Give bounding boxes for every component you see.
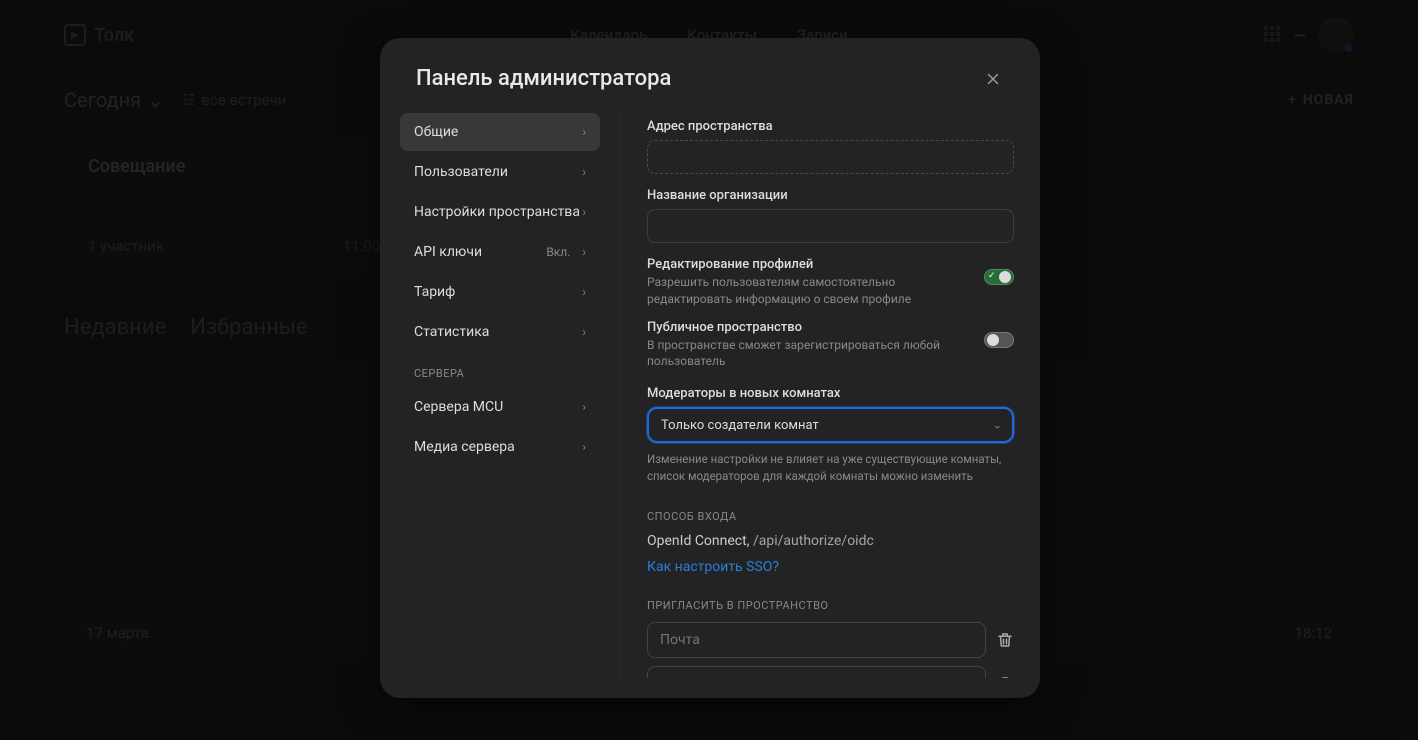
invite-domain-input[interactable] [647, 666, 986, 678]
public-space-desc: В пространстве сможет зарегистрироваться… [647, 337, 974, 371]
sidebar-item-mcu-servers[interactable]: Сервера MCU › [400, 388, 600, 426]
login-type: OpenId Connect, /api/authorize/oidc [647, 533, 1014, 549]
moderators-hint: Изменение настройки не влияет на уже сущ… [647, 451, 1014, 486]
sidebar-item-api-keys[interactable]: API ключи Вкл. › [400, 233, 600, 271]
sidebar-item-label: Медиа сервера [414, 439, 515, 455]
sidebar-item-label: Общие [414, 124, 458, 140]
modal-sidebar: Общие › Пользователи › Настройки простра… [380, 109, 620, 678]
sidebar-item-media-servers[interactable]: Медиа сервера › [400, 428, 600, 466]
public-space-title: Публичное пространство [647, 320, 974, 335]
trash-icon[interactable] [996, 675, 1014, 678]
chevron-right-icon: › [582, 205, 586, 219]
sidebar-item-tariff[interactable]: Тариф › [400, 273, 600, 311]
sso-help-link[interactable]: Как настроить SSO? [647, 559, 1014, 575]
check-icon: ✓ [988, 271, 996, 281]
public-space-toggle[interactable] [984, 332, 1014, 348]
chevron-right-icon: › [582, 245, 586, 259]
public-space-row: Публичное пространство В пространстве см… [647, 320, 1014, 371]
modal-content: Адрес пространства Название организации … [620, 109, 1040, 678]
chevron-right-icon: › [582, 285, 586, 299]
sidebar-item-space-settings[interactable]: Настройки пространства › [400, 193, 600, 231]
sidebar-item-users[interactable]: Пользователи › [400, 153, 600, 191]
profile-edit-title: Редактирование профилей [647, 257, 974, 272]
space-address-input[interactable] [647, 140, 1014, 174]
sidebar-item-label: Пользователи [414, 164, 508, 180]
sidebar-item-label: Настройки пространства [414, 204, 580, 220]
sidebar-item-label: Тариф [414, 284, 455, 300]
close-button[interactable] [982, 68, 1004, 90]
chevron-right-icon: › [582, 400, 586, 414]
trash-icon[interactable] [996, 631, 1014, 649]
sidebar-item-label: Сервера MCU [414, 399, 503, 415]
chevron-right-icon: › [582, 325, 586, 339]
invite-section: ПРИГЛАСИТЬ В ПРОСТРАНСТВО [647, 599, 1014, 612]
sidebar-item-statistics[interactable]: Статистика › [400, 313, 600, 351]
space-address-label: Адрес пространства [647, 119, 1014, 134]
sidebar-item-hint: Вкл. [546, 245, 570, 259]
login-method-section: СПОСОБ ВХОДА [647, 510, 1014, 523]
chevron-right-icon: › [582, 165, 586, 179]
close-icon [984, 70, 1002, 88]
sidebar-section-servers: СЕРВЕРА [400, 367, 600, 380]
profile-edit-toggle[interactable]: ✓ [984, 269, 1014, 285]
moderators-value: Только создатели комнат [661, 418, 819, 433]
profile-edit-desc: Разрешить пользователям самостоятельно р… [647, 274, 974, 308]
moderators-select[interactable]: Только создатели комнат ⌄ [647, 407, 1014, 443]
admin-panel-modal: Панель администратора Общие › Пользовате… [380, 38, 1040, 698]
chevron-right-icon: › [582, 440, 586, 454]
chevron-down-icon: ⌄ [993, 419, 1002, 432]
chevron-right-icon: › [582, 125, 586, 139]
invite-email-input[interactable] [647, 622, 986, 658]
moderators-label: Модераторы в новых комнатах [647, 386, 1014, 401]
org-name-input[interactable] [647, 209, 1014, 243]
sidebar-item-general[interactable]: Общие › [400, 113, 600, 151]
sidebar-item-label: Статистика [414, 324, 489, 340]
modal-title: Панель администратора [416, 66, 671, 91]
profile-edit-row: Редактирование профилей Разрешить пользо… [647, 257, 1014, 308]
sidebar-item-label: API ключи [414, 244, 482, 260]
org-name-label: Название организации [647, 188, 1014, 203]
